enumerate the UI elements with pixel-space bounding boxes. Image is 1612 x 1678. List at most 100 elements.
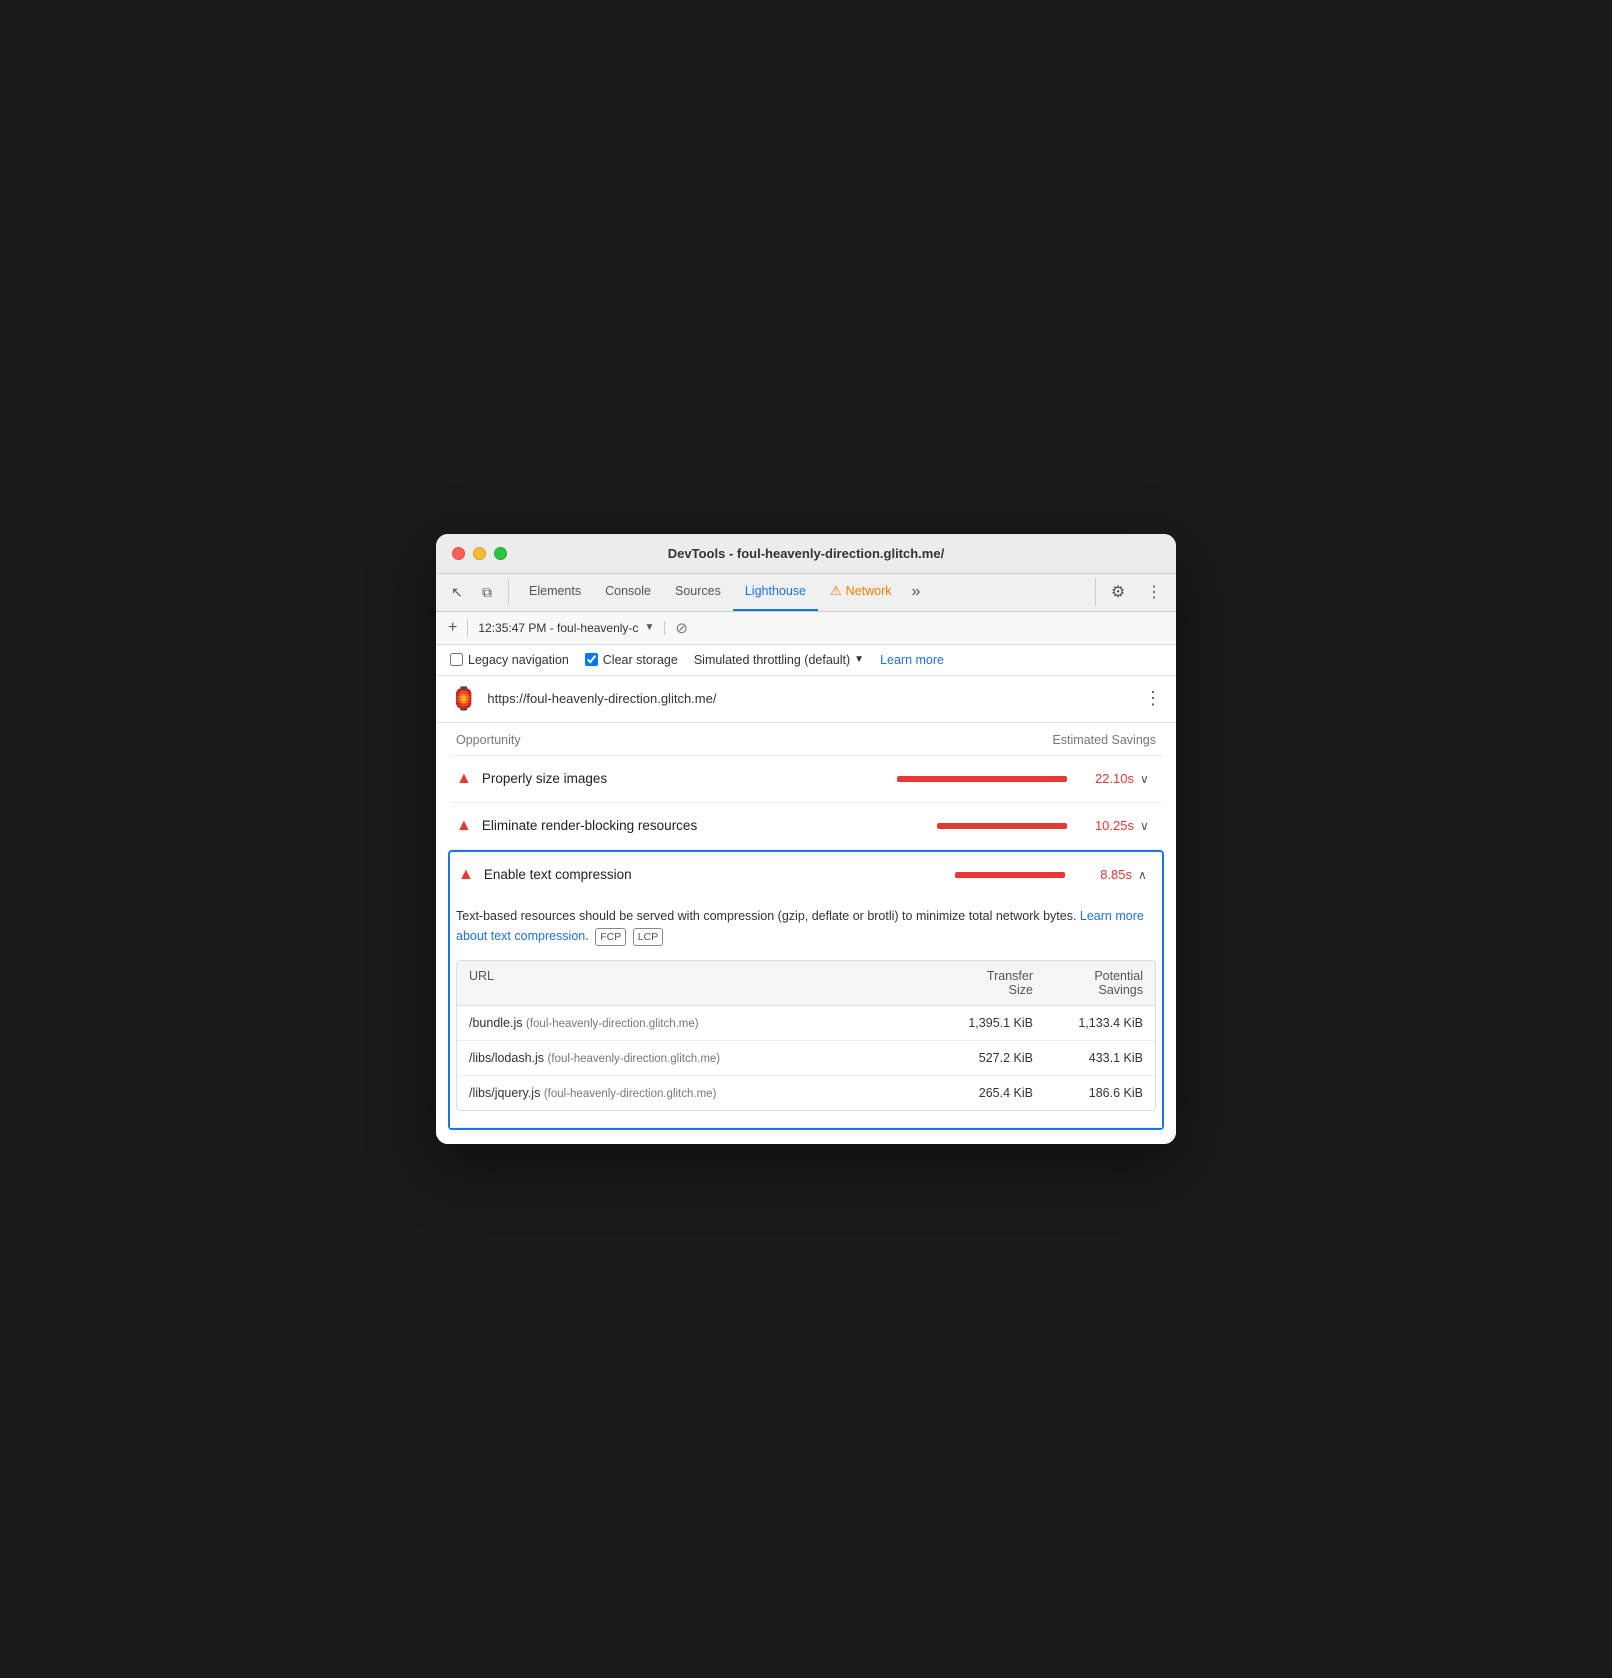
devtools-window: DevTools - foul-heavenly-direction.glitc… [436, 534, 1176, 1145]
learn-more-link[interactable]: Learn more [880, 653, 944, 667]
tab-toolbar-icons: ↖ ⧉ [444, 579, 509, 605]
settings-icon: ⚙ [1111, 582, 1125, 602]
url-path-2: /libs/lodash.js [469, 1051, 544, 1065]
cursor-icon-button[interactable]: ↖ [444, 579, 470, 605]
chevron-up-icon-3: ∧ [1138, 868, 1154, 882]
more-options-button[interactable]: ⋮ [1140, 578, 1168, 606]
savings-bar-2 [937, 823, 1067, 829]
savings-bar-3 [955, 872, 1065, 878]
column-header-transfer-size: TransferSize [923, 969, 1033, 997]
traffic-lights [452, 547, 507, 560]
opportunity-title-2: Eliminate render-blocking resources [482, 818, 937, 833]
add-session-button[interactable]: + [448, 619, 457, 637]
main-content: Opportunity Estimated Savings ▲ Properly… [436, 723, 1176, 1145]
throttling-label: Simulated throttling (default) ▼ [694, 653, 864, 667]
secondary-toolbar: + 12:35:47 PM - foul-heavenly-c ▼ ⊘ [436, 612, 1176, 645]
tab-console-label: Console [605, 584, 651, 598]
savings-time-3: 8.85s [1077, 867, 1132, 882]
savings-bar-1 [897, 776, 1067, 782]
devtools-tabs-bar: ↖ ⧉ Elements Console Sources Lighthouse … [436, 574, 1176, 612]
savings-time-1: 22.10s [1079, 771, 1134, 786]
table-row: /bundle.js (foul-heavenly-direction.glit… [457, 1006, 1155, 1041]
session-info: 12:35:47 PM - foul-heavenly-c ▼ [478, 621, 665, 635]
tab-sources-label: Sources [675, 584, 721, 598]
legacy-nav-checkbox-label[interactable]: Legacy navigation [450, 653, 569, 667]
resource-table: URL TransferSize PotentialSavings /bundl… [456, 960, 1156, 1111]
potential-savings-1: 1,133.4 KiB [1033, 1016, 1143, 1030]
chevron-down-icon-1: ∨ [1140, 772, 1156, 786]
maximize-button[interactable] [494, 547, 507, 560]
throttling-dropdown-icon[interactable]: ▼ [854, 654, 864, 665]
opportunity-column-header: Opportunity [456, 733, 521, 747]
transfer-size-3: 265.4 KiB [923, 1086, 1033, 1100]
opportunity-row-properly-size-images[interactable]: ▲ Properly size images 22.10s ∨ [450, 756, 1162, 803]
clear-storage-label: Clear storage [603, 653, 678, 667]
url-menu-button[interactable]: ⋮ [1144, 688, 1162, 709]
layers-icon-button[interactable]: ⧉ [474, 579, 500, 605]
tab-console[interactable]: Console [593, 573, 663, 611]
url-host-2: (foul-heavenly-direction.glitch.me) [548, 1053, 721, 1065]
warning-triangle-icon-3: ▲ [458, 866, 474, 884]
clear-storage-checkbox[interactable] [585, 653, 598, 666]
estimated-savings-column-header: Estimated Savings [1052, 733, 1156, 747]
cursor-icon: ↖ [451, 584, 463, 601]
opportunities-header: Opportunity Estimated Savings [450, 723, 1162, 756]
warning-triangle-icon-1: ▲ [456, 770, 472, 788]
throttling-text: Simulated throttling (default) [694, 653, 850, 667]
table-row: /libs/jquery.js (foul-heavenly-direction… [457, 1076, 1155, 1110]
more-tabs-button[interactable]: » [904, 583, 929, 601]
fcp-badge: FCP [595, 928, 626, 947]
description-text-part1: Text-based resources should be served wi… [456, 909, 1076, 923]
settings-button[interactable]: ⚙ [1104, 578, 1132, 606]
opportunity-title-3: Enable text compression [484, 867, 955, 882]
opportunity-row-enable-text-compression[interactable]: ▲ Enable text compression 8.85s ∧ [450, 852, 1162, 898]
legacy-nav-checkbox[interactable] [450, 653, 463, 666]
column-header-potential-savings: PotentialSavings [1033, 969, 1143, 997]
chevron-down-icon-2: ∨ [1140, 819, 1156, 833]
titlebar: DevTools - foul-heavenly-direction.glitc… [436, 534, 1176, 574]
tab-elements[interactable]: Elements [517, 573, 593, 611]
layers-icon: ⧉ [482, 584, 492, 601]
tabs-list: Elements Console Sources Lighthouse ⚠ Ne… [517, 573, 1095, 611]
transfer-size-2: 527.2 KiB [923, 1051, 1033, 1065]
opportunity-title-1: Properly size images [482, 771, 897, 786]
table-header: URL TransferSize PotentialSavings [457, 961, 1155, 1006]
tab-network[interactable]: ⚠ Network [818, 573, 904, 611]
url-display: https://foul-heavenly-direction.glitch.m… [487, 691, 1134, 706]
lighthouse-logo-icon: 🏮 [450, 686, 477, 712]
tab-sources[interactable]: Sources [663, 573, 733, 611]
url-path-1: /bundle.js [469, 1016, 523, 1030]
resource-url-2: /libs/lodash.js (foul-heavenly-direction… [469, 1051, 923, 1065]
opportunity-row-eliminate-render-blocking[interactable]: ▲ Eliminate render-blocking resources 10… [450, 803, 1162, 850]
network-warning-icon: ⚠ [830, 583, 842, 599]
tab-elements-label: Elements [529, 584, 581, 598]
expanded-detail-enable-text-compression: Text-based resources should be served wi… [450, 898, 1162, 1129]
transfer-size-1: 1,395.1 KiB [923, 1016, 1033, 1030]
options-bar: Legacy navigation Clear storage Simulate… [436, 645, 1176, 676]
tabs-right-actions: ⚙ ⋮ [1095, 578, 1168, 606]
tab-lighthouse-label: Lighthouse [745, 584, 806, 598]
tab-lighthouse[interactable]: Lighthouse [733, 573, 818, 611]
session-timestamp: 12:35:47 PM - foul-heavenly-c [478, 621, 638, 635]
warning-triangle-icon-2: ▲ [456, 817, 472, 835]
potential-savings-3: 186.6 KiB [1033, 1086, 1143, 1100]
url-host-1: (foul-heavenly-direction.glitch.me) [526, 1018, 699, 1030]
table-row: /libs/lodash.js (foul-heavenly-direction… [457, 1041, 1155, 1076]
minimize-button[interactable] [473, 547, 486, 560]
potential-savings-2: 433.1 KiB [1033, 1051, 1143, 1065]
savings-time-2: 10.25s [1079, 818, 1134, 833]
column-header-url: URL [469, 969, 923, 997]
url-host-3: (foul-heavenly-direction.glitch.me) [544, 1088, 717, 1100]
close-button[interactable] [452, 547, 465, 560]
lcp-badge: LCP [633, 928, 663, 947]
url-path-3: /libs/jquery.js [469, 1086, 540, 1100]
more-options-icon: ⋮ [1146, 582, 1162, 602]
expanded-description: Text-based resources should be served wi… [456, 906, 1156, 947]
resource-url-3: /libs/jquery.js (foul-heavenly-direction… [469, 1086, 923, 1100]
url-bar: 🏮 https://foul-heavenly-direction.glitch… [436, 676, 1176, 723]
session-dropdown-icon[interactable]: ▼ [644, 622, 654, 633]
block-icon: ⊘ [675, 619, 688, 637]
clear-storage-checkbox-label[interactable]: Clear storage [585, 653, 678, 667]
window-title: DevTools - foul-heavenly-direction.glitc… [668, 546, 944, 561]
legacy-nav-label: Legacy navigation [468, 653, 569, 667]
